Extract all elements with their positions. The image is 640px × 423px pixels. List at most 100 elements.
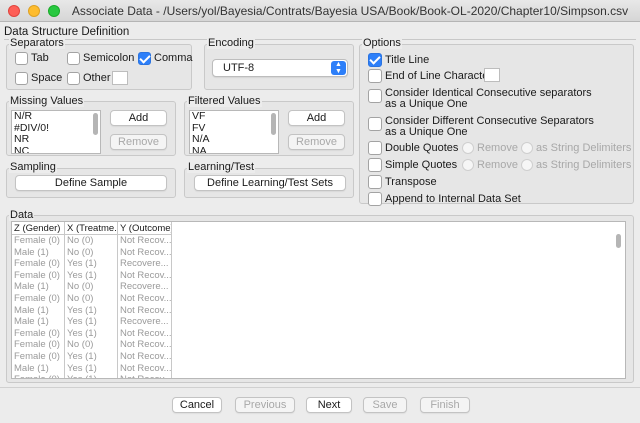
cell-treatment[interactable]: No (0) xyxy=(65,339,117,351)
cell-treatment[interactable]: Yes (1) xyxy=(65,374,117,378)
identical-separators-label-2: as a Unique One xyxy=(385,98,468,110)
end-of-line-checkbox[interactable] xyxy=(368,69,382,83)
simple-quotes-delimiters-label: as String Delimiters xyxy=(536,159,632,171)
footer-divider xyxy=(0,387,640,388)
cell-outcome[interactable]: Not Recov... xyxy=(118,247,171,259)
double-quotes-delimiters-radio[interactable] xyxy=(521,142,533,154)
space-checkbox[interactable] xyxy=(15,72,28,85)
previous-button[interactable]: Previous xyxy=(235,397,295,413)
data-table-scrollbar[interactable] xyxy=(616,234,621,248)
different-separators-checkbox[interactable] xyxy=(368,117,382,131)
identical-separators-checkbox[interactable] xyxy=(368,89,382,103)
cell-outcome[interactable]: Not Recov... xyxy=(118,363,171,375)
cell-treatment[interactable]: Yes (1) xyxy=(65,316,117,328)
list-item[interactable]: NA xyxy=(190,145,278,153)
cell-gender[interactable]: Female (0) xyxy=(12,258,64,270)
list-item[interactable]: N/A xyxy=(190,133,278,146)
list-item[interactable]: NC xyxy=(12,145,100,153)
cell-treatment[interactable]: Yes (1) xyxy=(65,258,117,270)
filtered-add-button[interactable]: Add xyxy=(288,110,345,126)
missing-remove-button[interactable]: Remove xyxy=(110,134,167,150)
cell-gender[interactable]: Female (0) xyxy=(12,235,64,247)
options-label: Options xyxy=(362,37,402,49)
cell-treatment[interactable]: Yes (1) xyxy=(65,305,117,317)
cell-treatment[interactable]: No (0) xyxy=(65,281,117,293)
end-of-line-input[interactable] xyxy=(484,68,500,82)
filtered-values-list[interactable]: VF FV N/A NA xyxy=(189,110,279,154)
data-table[interactable]: Z (Gender) X (Treatme... Y (Outcome) Fem… xyxy=(11,221,626,379)
cell-outcome[interactable]: Not Recov... xyxy=(118,351,171,363)
semicolon-checkbox[interactable] xyxy=(67,52,80,65)
filtered-remove-button[interactable]: Remove xyxy=(288,134,345,150)
comma-checkbox[interactable] xyxy=(138,52,151,65)
cell-gender[interactable]: Female (0) xyxy=(12,374,64,378)
cell-gender[interactable]: Female (0) xyxy=(12,293,64,305)
transpose-checkbox[interactable] xyxy=(368,175,382,189)
simple-quotes-delimiters-radio[interactable] xyxy=(521,159,533,171)
simple-quotes-remove-radio[interactable] xyxy=(462,159,474,171)
cell-outcome[interactable]: Not Recov... xyxy=(118,270,171,282)
column-header-gender[interactable]: Z (Gender) xyxy=(12,222,65,235)
cell-gender[interactable]: Male (1) xyxy=(12,316,64,328)
cell-outcome[interactable]: Not Recov... xyxy=(118,374,171,378)
semicolon-label: Semicolon xyxy=(83,52,135,64)
missing-add-button[interactable]: Add xyxy=(110,110,167,126)
finish-button[interactable]: Finish xyxy=(420,397,470,413)
list-item[interactable]: VF xyxy=(190,111,278,123)
cell-treatment[interactable]: Yes (1) xyxy=(65,363,117,375)
cell-outcome[interactable]: Not Recov... xyxy=(118,293,171,305)
list-item[interactable]: N/R xyxy=(12,111,100,123)
tab-checkbox[interactable] xyxy=(15,52,28,65)
define-learning-test-button[interactable]: Define Learning/Test Sets xyxy=(194,175,346,191)
define-sample-button[interactable]: Define Sample xyxy=(15,175,167,191)
window-minimize-button[interactable] xyxy=(28,5,40,17)
double-quotes-remove-radio[interactable] xyxy=(462,142,474,154)
cell-outcome[interactable]: Not Recov... xyxy=(118,328,171,340)
filtered-values-scrollbar[interactable] xyxy=(271,113,276,135)
cell-gender[interactable]: Female (0) xyxy=(12,328,64,340)
list-item[interactable]: NR xyxy=(12,133,100,146)
cell-treatment[interactable]: No (0) xyxy=(65,247,117,259)
cell-outcome[interactable]: Recovere... xyxy=(118,316,171,328)
missing-values-label: Missing Values xyxy=(9,95,85,107)
cell-gender[interactable]: Female (0) xyxy=(12,339,64,351)
comma-label: Comma xyxy=(154,52,193,64)
double-quotes-checkbox[interactable] xyxy=(368,141,382,155)
cell-gender[interactable]: Female (0) xyxy=(12,351,64,363)
cell-outcome[interactable]: Recovere... xyxy=(118,258,171,270)
simple-quotes-checkbox[interactable] xyxy=(368,158,382,172)
other-separator-input[interactable] xyxy=(112,71,128,85)
cell-gender[interactable]: Female (0) xyxy=(12,270,64,282)
save-button[interactable]: Save xyxy=(363,397,407,413)
cancel-button[interactable]: Cancel xyxy=(172,397,222,413)
cell-outcome[interactable]: Not Recov... xyxy=(118,235,171,247)
missing-values-scrollbar[interactable] xyxy=(93,113,98,135)
cell-treatment[interactable]: No (0) xyxy=(65,235,117,247)
next-button[interactable]: Next xyxy=(306,397,352,413)
cell-outcome[interactable]: Recovere... xyxy=(118,281,171,293)
double-quotes-label: Double Quotes xyxy=(385,142,459,154)
cell-outcome[interactable]: Not Recov... xyxy=(118,339,171,351)
cell-treatment[interactable]: Yes (1) xyxy=(65,351,117,363)
title-line-checkbox[interactable] xyxy=(368,53,382,67)
cell-treatment[interactable]: Yes (1) xyxy=(65,270,117,282)
cell-outcome[interactable]: Not Recov... xyxy=(118,305,171,317)
other-checkbox[interactable] xyxy=(67,72,80,85)
window-close-button[interactable] xyxy=(8,5,20,17)
cell-gender[interactable]: Male (1) xyxy=(12,305,64,317)
column-header-treatment[interactable]: X (Treatme... xyxy=(65,222,118,235)
double-quotes-delimiters-label: as String Delimiters xyxy=(536,142,632,154)
cell-treatment[interactable]: Yes (1) xyxy=(65,328,117,340)
cell-treatment[interactable]: No (0) xyxy=(65,293,117,305)
append-label: Append to Internal Data Set xyxy=(385,193,521,205)
window-maximize-button[interactable] xyxy=(48,5,60,17)
append-checkbox[interactable] xyxy=(368,192,382,206)
missing-values-list[interactable]: N/R #DIV/0! NR NC xyxy=(11,110,101,154)
tab-label: Tab xyxy=(31,52,49,64)
cell-gender[interactable]: Male (1) xyxy=(12,247,64,259)
cell-gender[interactable]: Male (1) xyxy=(12,363,64,375)
cell-gender[interactable]: Male (1) xyxy=(12,281,64,293)
column-header-outcome[interactable]: Y (Outcome) xyxy=(118,222,172,235)
title-divider xyxy=(4,39,636,40)
encoding-select[interactable]: UTF-8 ▲ ▼ xyxy=(212,59,348,77)
